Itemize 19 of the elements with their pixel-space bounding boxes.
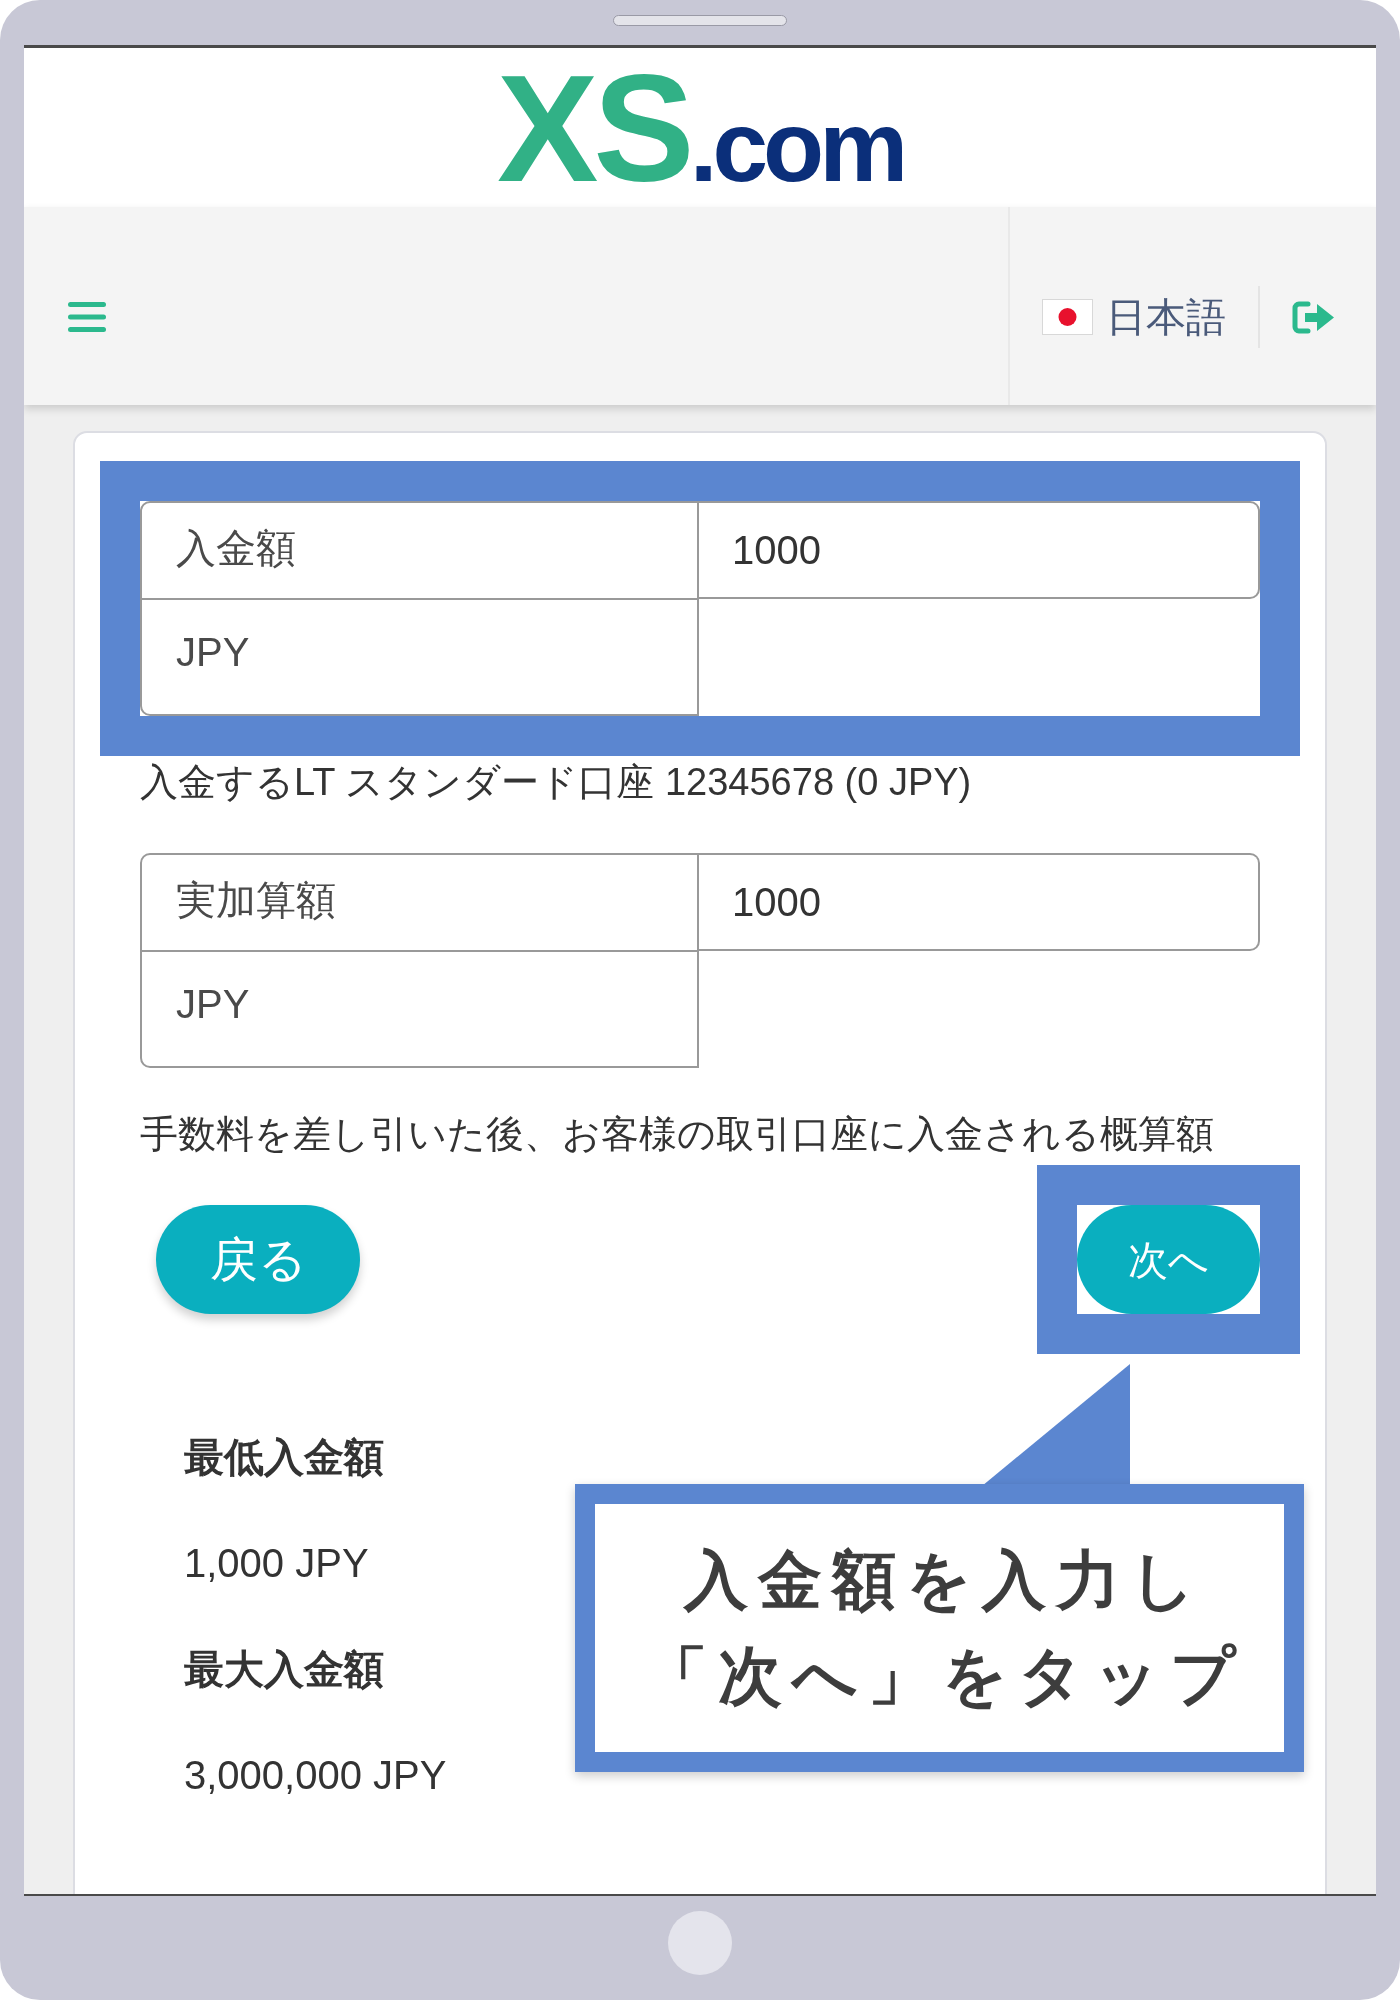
amount-input[interactable]: 1000	[699, 853, 1260, 951]
currency-label: JPY	[176, 629, 250, 676]
field-label: 実加算額	[176, 876, 336, 924]
logout-icon[interactable]	[1292, 300, 1335, 334]
limit-label: 最低入金額	[184, 1434, 384, 1481]
callout-text: 「次へ」をタップ	[643, 1639, 1246, 1714]
field-note: 手数料を差し引いた後、お客様の取引口座に入金される概算額	[140, 1112, 1215, 1157]
field-note: 入金するLT スタンダード口座 12345678 (0 JPY)	[140, 760, 973, 805]
logo: XS.com	[496, 51, 904, 204]
callout-text: 入金額を入力し	[683, 1543, 1206, 1618]
limit-value: 1,000 JPY	[184, 1540, 369, 1587]
language-button[interactable]: 日本語	[1042, 292, 1226, 342]
limit-value: 3,000,000 JPY	[184, 1752, 447, 1799]
currency-label: JPY	[176, 981, 250, 1028]
limit-label: 最大入金額	[184, 1646, 384, 1693]
amount-input[interactable]: 1000	[699, 501, 1260, 599]
field-label: 入金額	[176, 524, 296, 572]
menu-icon[interactable]	[68, 301, 106, 333]
flag-icon	[1042, 299, 1093, 335]
